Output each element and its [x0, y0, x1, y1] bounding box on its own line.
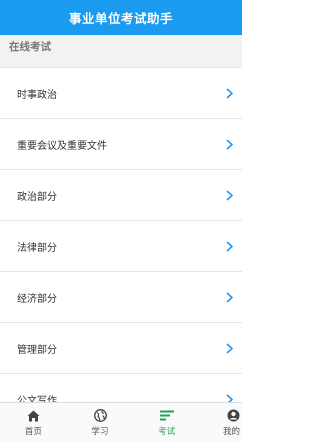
list-icon: [159, 409, 174, 423]
list-item-politics[interactable]: 政治部分: [0, 170, 242, 221]
chevron-right-icon: [225, 189, 234, 201]
list-item-label: 管理部分: [17, 344, 57, 356]
chevron-right-icon: [225, 393, 234, 402]
tab-label: 学习: [91, 426, 109, 437]
list-item-label: 法律部分: [17, 242, 57, 254]
tab-exam[interactable]: 考试: [133, 403, 200, 442]
list-item-law[interactable]: 法律部分: [0, 221, 242, 272]
tab-label: 我的: [223, 426, 241, 437]
section-title: 在线考试: [9, 41, 51, 53]
list-item-label: 重要会议及重要文件: [17, 140, 107, 152]
chevron-right-icon: [225, 342, 234, 354]
list-item-label: 经济部分: [17, 293, 57, 305]
exam-category-list: 时事政治 重要会议及重要文件 政治部分 法律部分 经济部分 管理部分 公文写作: [0, 68, 242, 402]
chevron-right-icon: [225, 138, 234, 150]
tab-study[interactable]: 学习: [67, 403, 134, 442]
tab-mine[interactable]: 我的: [200, 403, 242, 442]
home-icon: [26, 409, 40, 423]
list-item-label: 时事政治: [17, 89, 57, 101]
bottom-tab-bar: 首页 学习 考试 我的: [0, 402, 242, 442]
list-item-official-writing[interactable]: 公文写作: [0, 374, 242, 402]
tab-label: 考试: [158, 426, 176, 437]
section-header: 在线考试: [0, 35, 242, 58]
user-icon: [226, 409, 240, 423]
list-item-management[interactable]: 管理部分: [0, 323, 242, 374]
tab-home[interactable]: 首页: [0, 403, 67, 442]
list-item-economics[interactable]: 经济部分: [0, 272, 242, 323]
chevron-right-icon: [225, 291, 234, 303]
section-divider: [0, 58, 242, 68]
list-item-label: 政治部分: [17, 191, 57, 203]
list-item-label: 公文写作: [17, 395, 57, 403]
app-title: 事业单位考试助手: [68, 11, 173, 26]
tab-label: 首页: [24, 426, 42, 437]
list-item-important-meetings[interactable]: 重要会议及重要文件: [0, 119, 242, 170]
app-title-bar: 事业单位考试助手: [0, 0, 242, 35]
chevron-right-icon: [225, 87, 234, 99]
globe-icon: [93, 409, 107, 423]
chevron-right-icon: [225, 240, 234, 252]
list-item-current-affairs[interactable]: 时事政治: [0, 68, 242, 119]
